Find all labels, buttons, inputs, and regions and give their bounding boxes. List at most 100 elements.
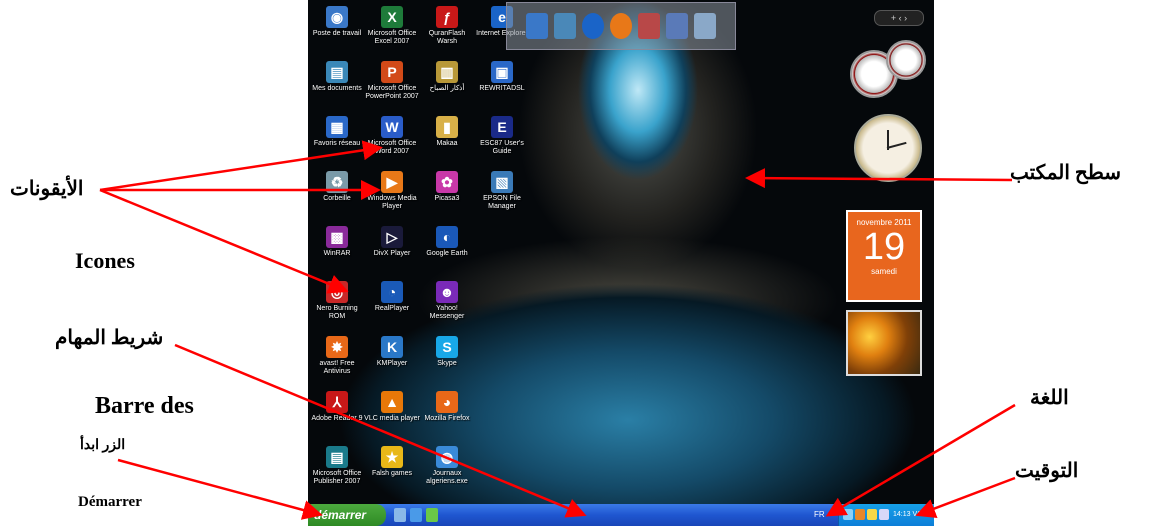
taskbar[interactable]: démarrer FR 14:13 VAF <box>308 504 934 526</box>
desktop-icon[interactable]: ◐ Google Earth <box>418 226 476 258</box>
desktop-icon[interactable]: ★ Falsh games <box>363 446 421 478</box>
desktop-icon-label: أذكار الصباح <box>429 85 465 92</box>
desktop-icon-label: Journaux algeriens.exe <box>426 470 468 485</box>
tools-icon[interactable] <box>638 13 660 39</box>
clock-time[interactable]: 14:13 VAF <box>893 504 926 526</box>
desktop-icon-label: Yahoo! Messenger <box>429 305 465 320</box>
taskbar-label-arabic: شريط المهام <box>55 327 164 349</box>
start-button[interactable]: démarrer <box>308 504 386 526</box>
app-icon: ▲ <box>381 391 403 413</box>
app-icon: ƒ <box>436 6 458 28</box>
desktop-icon-label: Microsoft Office Publisher 2007 <box>312 470 362 485</box>
recycle-bin-icon[interactable] <box>694 13 716 39</box>
desktop-icon[interactable]: S Skype <box>418 336 476 368</box>
desktop-icon[interactable]: ☻ Yahoo! Messenger <box>418 281 476 321</box>
app-icon: X <box>381 6 403 28</box>
app-icon: ▥ <box>436 61 458 83</box>
desktop-icon[interactable]: ▤ Mes documents <box>308 61 366 93</box>
app-icon: ◉ <box>326 6 348 28</box>
desktop-icon[interactable]: ✿ Picasa3 <box>418 171 476 203</box>
calendar-weekday: samedi <box>871 267 897 276</box>
desktop-icon-label: Falsh games <box>371 470 413 477</box>
icons-label-french: Icones <box>75 248 135 273</box>
calendar-gadget[interactable]: novembre 2011 19 samedi <box>846 210 922 302</box>
media-icon[interactable] <box>610 13 632 39</box>
internet-explorer-icon[interactable] <box>410 508 422 522</box>
cpu-meter-gadget[interactable] <box>850 40 926 100</box>
start-label-arabic: الزر ابدأ <box>80 438 126 453</box>
app-icon: ▧ <box>491 171 513 193</box>
desktop-icon-label: WinRAR <box>323 250 351 257</box>
desktop-label-arabic: سطح المكتب <box>1010 162 1122 184</box>
app-icon: ⅄ <box>326 391 348 413</box>
desktop-icon[interactable]: ▲ VLC media player <box>363 391 421 423</box>
app-icon: ▮ <box>436 116 458 138</box>
app-icon: ▣ <box>491 61 513 83</box>
desktop-icon-label: Favoris réseau <box>313 140 361 147</box>
app-icon: ▤ <box>326 446 348 468</box>
desktop-icon[interactable]: P Microsoft Office PowerPoint 2007 <box>363 61 421 101</box>
desktop-icon[interactable]: ◕ Mozilla Firefox <box>418 391 476 423</box>
desktop-icon-label: Corbeille <box>323 195 351 202</box>
desktop-icon[interactable]: ▥ أذكار الصباح <box>418 61 476 93</box>
messenger-icon[interactable] <box>879 509 889 520</box>
desktop-icon[interactable]: W Microsoft Office Word 2007 <box>363 116 421 156</box>
app-icon: K <box>381 336 403 358</box>
desktop-icon-label: QuranFlash Warsh <box>428 30 466 45</box>
monitor-icon[interactable] <box>666 13 688 39</box>
media-player-icon[interactable] <box>426 508 438 522</box>
desktop-icon[interactable]: ▩ WinRAR <box>308 226 366 258</box>
desktop-icon[interactable]: ▣ REWRITADSL <box>473 61 531 93</box>
quick-launch-dock[interactable] <box>506 2 736 50</box>
app-icon: ◔ <box>381 281 403 303</box>
desktop-icon-label: Mes documents <box>312 85 362 92</box>
desktop-icon[interactable]: ▶ Windows Media Player <box>363 171 421 211</box>
desktop-icon[interactable]: ◉ Poste de travail <box>308 6 366 38</box>
app-icon: ▦ <box>326 116 348 138</box>
desktop-icon[interactable]: ♻ Corbeille <box>308 171 366 203</box>
language-label-arabic: اللغة <box>1030 387 1069 409</box>
desktop-icon-label: Adobe Reader 9 <box>311 415 363 422</box>
desktop[interactable]: ◉ Poste de travail X Microsoft Office Excel… <box>308 0 934 526</box>
app-icon: ◕ <box>436 391 458 413</box>
app-icon: ▷ <box>381 226 403 248</box>
start-label-french: Démarrer <box>78 494 142 510</box>
computer-icon[interactable] <box>526 13 548 39</box>
slideshow-gadget[interactable] <box>846 310 922 376</box>
volume-icon[interactable] <box>867 509 877 520</box>
app-icon: P <box>381 61 403 83</box>
taskbar-quick-launch <box>394 508 438 522</box>
language-indicator[interactable]: FR <box>814 504 825 526</box>
desktop-icon[interactable]: ▮ Makaa <box>418 116 476 148</box>
sidebar-controls[interactable]: + ‹ › <box>874 10 924 26</box>
desktop-icon[interactable]: X Microsoft Office Excel 2007 <box>363 6 421 46</box>
desktop-icon[interactable]: ⅄ Adobe Reader 9 <box>308 391 366 423</box>
app-icon: ☻ <box>436 281 458 303</box>
desktop-icon[interactable]: K KMPlayer <box>363 336 421 368</box>
app-icon: ▩ <box>326 226 348 248</box>
browser-icon[interactable] <box>582 13 604 39</box>
desktop-icon[interactable]: ▤ Microsoft Office Publisher 2007 <box>308 446 366 486</box>
app-icon: ▶ <box>381 171 403 193</box>
desktop-icon[interactable]: ◎ Nero Burning ROM <box>308 281 366 321</box>
desktop-icon[interactable]: ◔ RealPlayer <box>363 281 421 313</box>
network-icon[interactable] <box>843 509 853 520</box>
desktop-icon[interactable]: ƒ QuranFlash Warsh <box>418 6 476 46</box>
desktop-icon-label: Microsoft Office Word 2007 <box>367 140 417 155</box>
document-icon[interactable] <box>554 13 576 39</box>
antivirus-icon[interactable] <box>855 509 865 520</box>
desktop-icon[interactable]: ▷ DivX Player <box>363 226 421 258</box>
desktop-icon[interactable]: ✸ avast! Free Antivirus <box>308 336 366 376</box>
desktop-icon[interactable]: ◍ Journaux algeriens.exe <box>418 446 476 486</box>
desktop-icon[interactable]: ▧ EPSON File Manager <box>473 171 531 211</box>
desktop-icon-label: Nero Burning ROM <box>316 305 358 320</box>
desktop-icon[interactable]: ▦ Favoris réseau <box>308 116 366 148</box>
clock-gadget[interactable] <box>854 114 922 182</box>
show-desktop-icon[interactable] <box>394 508 406 522</box>
app-icon: ✿ <box>436 171 458 193</box>
desktop-icon[interactable]: E ESC87 User's Guide <box>473 116 531 156</box>
arrow-time <box>915 476 1016 519</box>
desktop-icon-label: EPSON File Manager <box>483 195 521 210</box>
app-icon: ▤ <box>326 61 348 83</box>
desktop-icon-label: avast! Free Antivirus <box>319 360 355 375</box>
